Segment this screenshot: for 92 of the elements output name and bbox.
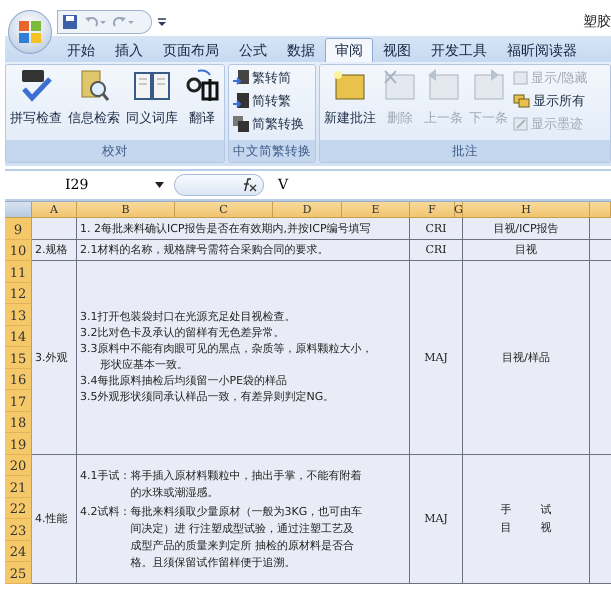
office-logo-icon — [18, 20, 42, 44]
window-title: 塑胶 — [583, 13, 611, 31]
ribbon-small-button[interactable]: 简繁转换 — [232, 113, 304, 134]
column-header[interactable]: G — [455, 202, 463, 218]
group-label: 批注 — [320, 140, 610, 162]
translate-icon — [184, 67, 220, 103]
cell-label: 4.2试料： — [80, 504, 130, 520]
insert-function-button[interactable] — [174, 174, 264, 196]
cell-text: 3.5外观形状须同承认样品一致，有差异则判定NG。 — [80, 389, 336, 406]
ribbon-tab[interactable]: 审阅 — [325, 38, 373, 62]
row-header[interactable]: 21 — [5, 476, 32, 498]
row-header[interactable]: 19 — [5, 433, 32, 454]
row-header[interactable]: 23 — [5, 519, 32, 540]
row-header[interactable]: 16 — [5, 368, 32, 390]
character-pair-icon — [232, 114, 250, 132]
save-button[interactable] — [62, 14, 78, 30]
group-label: 中文简繁转换 — [229, 140, 315, 162]
table-cell: 1. 2每批来料确认ICP报告是否在有效期内,并按ICP编号填写 — [80, 220, 371, 236]
cell-text: 目 — [500, 520, 512, 535]
column-header[interactable]: F — [410, 202, 455, 218]
undo-arrow-icon — [84, 15, 106, 29]
row-header[interactable]: 10 — [5, 240, 32, 261]
redo-arrow-icon — [112, 15, 134, 29]
ribbon-small-button[interactable]: 简转繁 — [232, 90, 304, 111]
cell-text: 试 — [540, 502, 552, 518]
cell-text: 3.2比对色卡及承认的留样有无色差异常。 — [80, 325, 286, 342]
ribbon-tab[interactable]: 数据 — [277, 38, 325, 62]
ribbon-tab[interactable]: 开始 — [57, 38, 105, 62]
ribbon-button[interactable]: 信息检索 — [67, 67, 121, 127]
ribbon-tab[interactable]: 开发工具 — [421, 38, 497, 62]
table-cell: 目视/ICP报告 — [493, 220, 559, 236]
row-header[interactable]: 20 — [5, 454, 32, 476]
row-header[interactable]: 11 — [5, 261, 32, 282]
row-header[interactable]: 12 — [5, 282, 32, 304]
table-cell: 目视 — [515, 242, 537, 258]
ribbon-button[interactable]: 新建批注 — [323, 67, 377, 127]
column-header[interactable]: E — [342, 202, 410, 218]
note-square-icon — [513, 70, 529, 86]
undo-button[interactable] — [84, 15, 106, 29]
ribbon-small-button[interactable]: 显示所有 — [513, 90, 588, 111]
ribbon-tab[interactable]: 页面布局 — [153, 38, 229, 62]
table-cell: MAJ — [424, 350, 448, 364]
pen-note-icon — [513, 116, 529, 132]
cell-text: 3.4每批原料抽检后均须留一小PE袋的样品 — [80, 373, 288, 390]
customize-toolbar-button[interactable] — [158, 17, 166, 27]
dropdown-caret-icon — [158, 17, 166, 27]
table-cell: CRI — [425, 222, 447, 235]
column-header[interactable]: B — [77, 202, 175, 218]
row-header[interactable]: 17 — [5, 390, 32, 412]
cell-text: 视 — [540, 520, 552, 535]
row-header[interactable]: 9 — [5, 218, 32, 240]
dropdown-caret-icon — [155, 182, 164, 188]
ribbon-tab[interactable]: 福昕阅读器 — [497, 38, 587, 62]
table-cell: 4.性能 — [32, 454, 77, 584]
column-header[interactable]: D — [273, 202, 342, 218]
table-cell: MAJ — [424, 512, 448, 525]
stacked-notes-icon — [513, 92, 531, 108]
arrow-character-icon — [232, 68, 250, 86]
formula-field[interactable]: V — [268, 173, 611, 197]
row-header[interactable]: 15 — [5, 347, 32, 368]
table-cell: 2.1材料的名称，规格牌号需符合采购合同的要求。 — [80, 242, 328, 258]
ribbon-button[interactable]: 翻译 — [183, 67, 221, 127]
cell-text: 3.3原料中不能有肉眼可见的黑点，杂质等，原料颗粒大小，形状应基本一致。 — [80, 341, 374, 374]
cell-text: 手 — [500, 502, 512, 518]
cell-label: 4.1手试： — [80, 468, 130, 484]
ribbon-small-button[interactable]: 繁转简 — [232, 67, 304, 88]
table-cell: 2.规格 — [32, 240, 77, 261]
ribbon-button[interactable]: 拼写检查 — [9, 67, 63, 127]
redo-button[interactable] — [112, 15, 134, 29]
row-header[interactable]: 22 — [5, 498, 32, 519]
row-header[interactable]: 18 — [5, 412, 32, 433]
column-header[interactable]: H — [463, 202, 590, 218]
row-header[interactable]: 14 — [5, 326, 32, 347]
ribbon-tab[interactable]: 视图 — [373, 38, 421, 62]
cell-text: 将手插入原材料颗粒中，抽出手掌，不能有附着的水珠或潮湿感。 — [130, 468, 362, 500]
column-header[interactable]: A — [32, 202, 77, 218]
arrow-character-icon — [232, 92, 250, 110]
ribbon-tab[interactable]: 公式 — [229, 38, 277, 62]
ribbon-tab[interactable]: 插入 — [105, 38, 153, 62]
table-cell: CRI — [425, 243, 447, 256]
row-header[interactable]: 13 — [5, 304, 32, 326]
cell-text: 每批来料须取少量原材（一般为3KG，也可由车间决定）进 行注塑成型试验，通过注塑工艺及成型产品的质量来判定所 抽检的原材料是否合格。且须保留试作留样便于追溯。 — [130, 504, 362, 570]
row-header[interactable]: 25 — [5, 562, 32, 584]
table-cell: 目视/样品 — [502, 350, 550, 365]
column-header[interactable]: C — [175, 202, 273, 218]
cell-text: 3.1打开包装袋封口在光源充足处目视检查。 — [80, 309, 296, 326]
table-cell: 3.外观 — [32, 261, 77, 454]
row-header[interactable]: 24 — [5, 540, 32, 562]
group-label: 校对 — [6, 140, 224, 162]
office-button[interactable] — [8, 10, 52, 54]
name-box[interactable]: I29 — [5, 173, 170, 197]
ribbon-button[interactable]: 同义词库 — [125, 67, 179, 127]
